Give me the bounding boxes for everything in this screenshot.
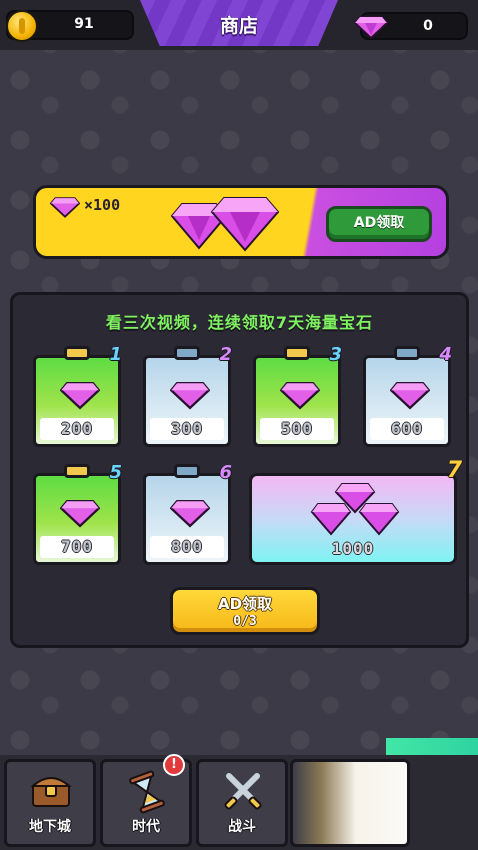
gem-icon [390, 382, 430, 410]
ad-watch-button[interactable]: AD领取 0/3 [170, 587, 320, 635]
clip-icon [284, 346, 310, 360]
panel-title: 看三次视频，连续领取7天海量宝石 [105, 313, 374, 332]
reward-amount-bar: 200 [40, 418, 114, 440]
reward-day-number: 7 [446, 458, 462, 483]
reward-amount-bar: 700 [40, 536, 114, 558]
gem-icon [354, 16, 388, 39]
bottom-nav: 地下城 ! 时代 战斗 [0, 754, 478, 850]
nav-item-partial[interactable] [290, 759, 410, 847]
reward-card-day-5: 5 700 [33, 462, 122, 565]
reward-amount: 600 [391, 419, 423, 438]
reward-amount: 500 [281, 419, 313, 438]
gem-pack-banner: ×100 AD领取 [33, 185, 449, 259]
clip-icon [64, 346, 90, 360]
nav-item-dungeon[interactable]: 地下城 [4, 759, 96, 847]
gem-icon [170, 500, 210, 528]
reward-day-number: 2 [219, 344, 232, 365]
gem-pile-icon [170, 197, 280, 252]
top-bar: 91 商店 0 [0, 0, 478, 50]
reward-amount-bar: 300 [150, 418, 224, 440]
gem-counter: 0 [354, 12, 468, 40]
clip-icon [174, 346, 200, 360]
nav-label: 时代 [132, 819, 160, 835]
gem-icon [170, 382, 210, 410]
reward-day-number: 3 [329, 344, 342, 365]
reward-day-number: 4 [439, 344, 452, 365]
reward-card-day-7: 7 1000 [249, 458, 462, 565]
daily-reward-panel: 看三次视频，连续领取7天海量宝石 1 200 2 300 3 500 4 600… [10, 292, 469, 648]
reward-amount-bar: 800 [150, 536, 224, 558]
ad-watch-progress: 0/3 [233, 614, 257, 629]
notification-badge: ! [163, 754, 185, 776]
page-title: 商店 [219, 15, 258, 37]
reward-card-day-6: 6 800 [143, 462, 232, 565]
nav-label: 战斗 [228, 819, 256, 835]
crossed-swords-icon [224, 773, 262, 810]
coin-icon [6, 10, 38, 42]
clip-icon [174, 464, 200, 478]
ad-watch-label: AD领取 [217, 595, 273, 613]
reward-amount: 200 [61, 419, 93, 438]
reward-amount: 800 [171, 537, 203, 556]
reward-day-number: 5 [109, 462, 122, 483]
ad-claim-button[interactable]: AD领取 [326, 206, 432, 242]
clip-icon [394, 346, 420, 360]
title-tab: 商店 [140, 0, 338, 46]
hourglass-icon [129, 770, 165, 814]
gem-icon [50, 197, 80, 218]
reward-amount: 300 [171, 419, 203, 438]
reward-amount: 1000 [331, 539, 375, 558]
reward-card-day-3: 3 500 [253, 344, 342, 447]
reward-card-day-4: 4 600 [363, 344, 452, 447]
reward-card-day-2: 2 300 [143, 344, 232, 447]
reward-card-day-1: 1 200 [33, 344, 122, 447]
gem-pack-quantity: ×100 [84, 196, 121, 214]
nav-item-era[interactable]: ! 时代 [100, 754, 192, 847]
gem-value: 0 [423, 18, 433, 34]
coin-counter: 91 [6, 10, 134, 42]
nav-label: 地下城 [29, 819, 71, 835]
gem-pile-icon [310, 483, 400, 536]
gem-icon [280, 382, 320, 410]
ad-claim-label: AD领取 [353, 215, 405, 231]
coin-value: 91 [74, 16, 94, 32]
treasure-chest-icon [30, 777, 72, 807]
reward-amount-bar: 600 [370, 418, 444, 440]
reward-day-number: 1 [109, 344, 122, 365]
reward-amount: 700 [61, 537, 93, 556]
reward-amount-bar: 500 [260, 418, 334, 440]
clip-icon [64, 464, 90, 478]
gem-icon [60, 500, 100, 528]
reward-day-number: 6 [219, 462, 232, 483]
gem-icon [60, 382, 100, 410]
nav-item-battle[interactable]: 战斗 [196, 759, 288, 847]
